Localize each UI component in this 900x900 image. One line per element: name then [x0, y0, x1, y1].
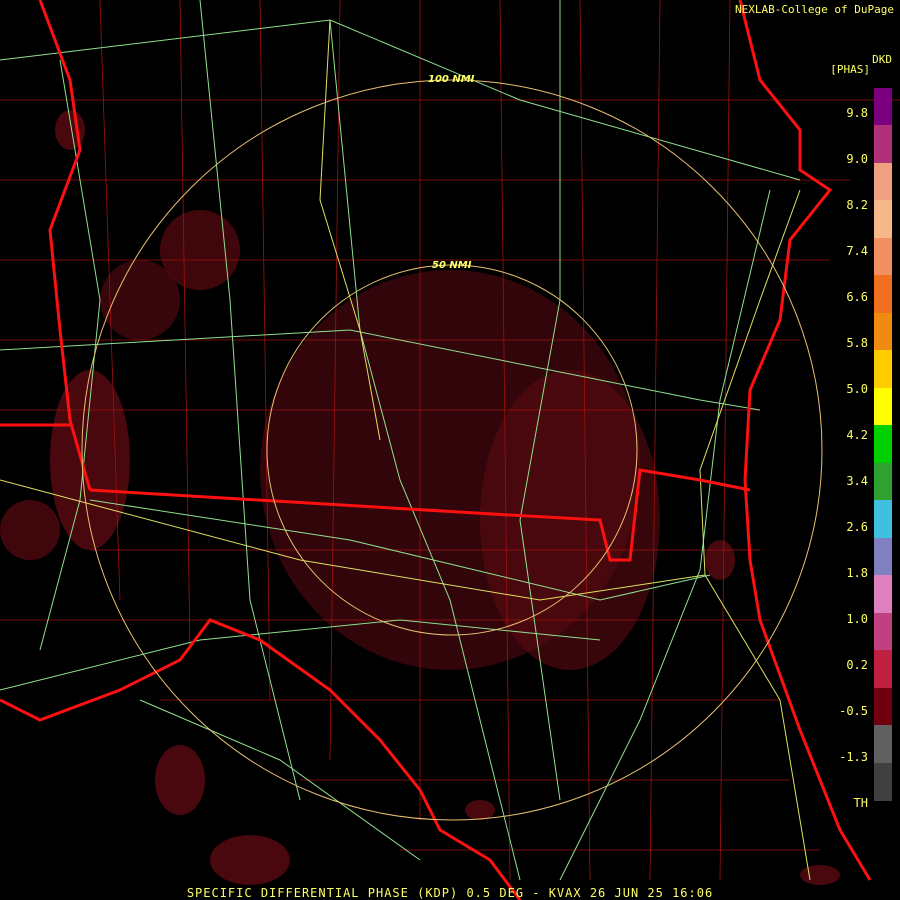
- range-ring-label-100: 100 NMI: [428, 74, 475, 85]
- color-scale-label: TH: [853, 796, 868, 810]
- color-scale-segment: [874, 275, 892, 314]
- color-scale-segment: [874, 425, 892, 464]
- range-ring-label-50: 50 NMI: [432, 260, 472, 271]
- color-scale-label: 5.0: [846, 382, 868, 396]
- color-scale-segment: [874, 537, 892, 577]
- color-scale-segment: [874, 462, 892, 502]
- color-scale-segment: [874, 387, 892, 427]
- color-scale-segment: [874, 350, 892, 389]
- color-scale-bar: [846, 88, 892, 801]
- product-abbr: DKD: [872, 53, 892, 66]
- credit-text: NEXLAB-College of DuPage: [735, 3, 894, 16]
- color-scale-label: 4.2: [846, 428, 868, 442]
- color-scale-label: -0.5: [839, 704, 868, 718]
- product-footer: SPECIFIC DIFFERENTIAL PHASE (KDP) 0.5 DE…: [186, 886, 714, 900]
- color-scale-segment: [874, 312, 892, 352]
- color-scale-segment: [874, 125, 892, 164]
- color-scale-label: 1.0: [846, 612, 868, 626]
- color-scale-segment: [874, 500, 892, 539]
- color-scale-segment: [874, 687, 892, 727]
- color-scale-label: 3.4: [846, 474, 868, 488]
- color-scale-segment: [874, 650, 892, 689]
- color-scale-segment: [874, 612, 892, 652]
- color-scale-label: 7.4: [846, 244, 868, 258]
- color-scale-label: 5.8: [846, 336, 868, 350]
- product-unit: [PHAS]: [830, 63, 870, 76]
- color-scale-segment: [874, 88, 892, 127]
- color-scale-label: 9.8: [846, 106, 868, 120]
- color-scale-segment: [874, 237, 892, 277]
- color-scale-label: 2.6: [846, 520, 868, 534]
- color-scale-segment: [874, 575, 892, 614]
- color-scale-segment: [874, 200, 892, 239]
- radar-map: 100 NMI 50 NMI: [0, 0, 900, 900]
- color-scale-segment: [874, 725, 892, 764]
- color-scale-label: -1.3: [839, 750, 868, 764]
- color-scale-label: 6.6: [846, 290, 868, 304]
- color-scale-segment: [874, 162, 892, 202]
- color-scale-label: 1.8: [846, 566, 868, 580]
- color-scale-label: 8.2: [846, 198, 868, 212]
- color-scale-segment: [874, 762, 892, 801]
- color-scale-label: 9.0: [846, 152, 868, 166]
- color-scale-label: 0.2: [846, 658, 868, 672]
